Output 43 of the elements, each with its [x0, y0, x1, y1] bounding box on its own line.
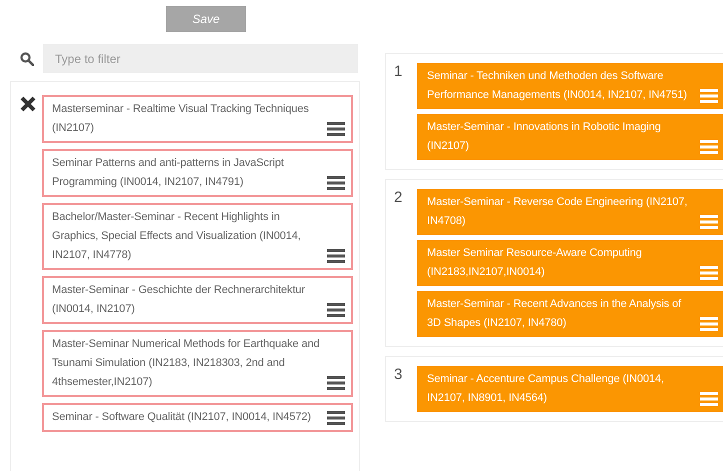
drag-handle-icon[interactable]: [327, 411, 345, 425]
drag-handle-icon[interactable]: [327, 249, 345, 263]
course-card[interactable]: Master Seminar Resource-Aware Computing (IN2183,IN2107,IN0014): [417, 240, 723, 286]
course-title: Master Seminar Resource-Aware Computing (IN2183,IN2107,IN0014): [427, 246, 643, 280]
course-card[interactable]: Master-Seminar - Geschichte der Rechnerarchitektur (IN0014, IN2107): [42, 276, 353, 324]
course-title: Seminar - Accenture Campus Challenge (IN0014, IN2107, IN8901, IN4564): [427, 372, 666, 406]
filter-field[interactable]: Type to filter: [43, 44, 358, 73]
course-title: Master-Seminar - Recent Advances in the Analysis of 3D Shapes (IN2107, IN4780): [427, 297, 682, 331]
drag-handle-icon[interactable]: [327, 176, 345, 190]
course-title: Seminar Patterns and anti-patterns in JavaScript Programming (IN0014, IN2107, IN4791): [52, 156, 285, 190]
drag-handle-icon[interactable]: [700, 140, 718, 154]
course-title: Master-Seminar - Geschichte der Rechnerarchitektur (IN0014, IN2107): [52, 283, 306, 317]
course-title: Seminar - Techniken und Methoden des Software Performance Managements (IN0014, IN2107, IN4751): [427, 69, 688, 103]
course-card[interactable]: Master-Seminar - Reverse Code Engineering (IN2107, IN4708): [417, 189, 723, 235]
course-title: Masterseminar - Realtime Visual Tracking Techniques (IN2107): [52, 102, 310, 136]
priority-number: 1: [394, 63, 404, 82]
search-icon: [20, 52, 34, 66]
drag-handle-icon[interactable]: [700, 266, 718, 280]
course-card[interactable]: Seminar - Accenture Campus Challenge (IN0014, IN2107, IN8901, IN4564): [417, 366, 723, 412]
course-title: Seminar - Software Qualität (IN2107, IN0014, IN4572): [52, 410, 312, 425]
course-card[interactable]: Seminar - Techniken und Methoden des Software Performance Managements (IN0014, IN2107, IN4751): [417, 63, 723, 109]
course-title: Master-Seminar Numerical Methods for Earthquake and Tsunami Simulation (IN2183, IN218303, 2nd and 4thsemester,IN2107): [52, 337, 321, 390]
drag-handle-icon[interactable]: [700, 89, 718, 103]
drag-handle-icon[interactable]: [700, 392, 718, 406]
course-card[interactable]: Master-Seminar - Recent Advances in the Analysis of 3D Shapes (IN2107, IN4780): [417, 291, 723, 337]
drag-handle-icon[interactable]: [700, 215, 718, 229]
drag-handle-icon[interactable]: [327, 122, 345, 136]
course-title: Master-Seminar - Innovations in Robotic Imaging (IN2107): [427, 120, 662, 154]
course-card[interactable]: Master-Seminar Numerical Methods for Earthquake and Tsunami Simulation (IN2183, IN218303, 2nd and 4thsemester,IN2107): [42, 330, 353, 397]
close-icon[interactable]: [20, 96, 36, 112]
drag-handle-icon[interactable]: [327, 376, 345, 390]
drag-handle-icon[interactable]: [327, 303, 345, 317]
course-card[interactable]: Seminar Patterns and anti-patterns in JavaScript Programming (IN0014, IN2107, IN4791): [42, 149, 353, 197]
priority-number: 3: [394, 366, 404, 385]
priority-number: 2: [394, 189, 404, 208]
course-card[interactable]: Bachelor/Master-Seminar - Recent Highlights in Graphics, Special Effects and Visualization (IN0014, IN2107, IN4778): [42, 203, 353, 270]
drag-handle-icon[interactable]: [700, 317, 718, 331]
course-card[interactable]: Master-Seminar - Innovations in Robotic Imaging (IN2107): [417, 114, 723, 160]
course-title: Master-Seminar - Reverse Code Engineering (IN2107, IN4708): [427, 195, 688, 229]
save-button[interactable]: Save: [166, 6, 246, 32]
course-card[interactable]: Seminar - Software Qualität (IN2107, IN0014, IN4572): [42, 403, 353, 432]
course-title: Bachelor/Master-Seminar - Recent Highlights in Graphics, Special Effects and Visualization (IN0014, IN2107, IN4778): [52, 210, 302, 263]
course-card[interactable]: Masterseminar - Realtime Visual Tracking Techniques (IN2107): [42, 95, 353, 143]
